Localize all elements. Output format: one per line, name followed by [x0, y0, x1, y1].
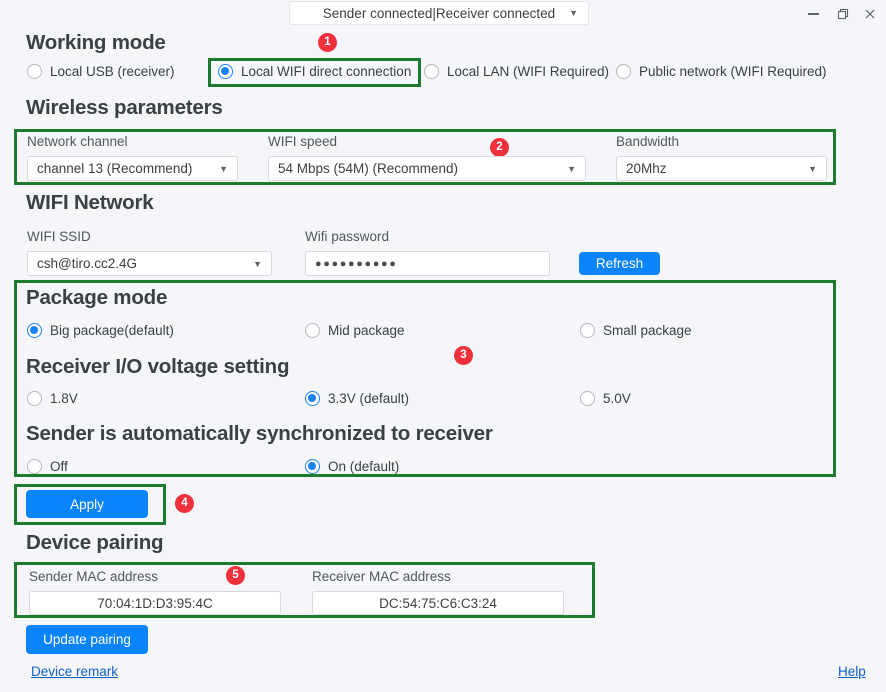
auto-sync-heading: Sender is automatically synchronized to … [26, 422, 493, 445]
network-channel-value: channel 13 (Recommend) [37, 161, 193, 176]
radio-big-package[interactable]: Big package(default) [27, 323, 174, 338]
wifi-ssid-select[interactable]: csh@tiro.cc2.4G ▼ [27, 251, 272, 276]
wireless-parameters-heading: Wireless parameters [26, 96, 223, 119]
title-bar: Sender connected|Receiver connected ▼ [0, 0, 886, 30]
wifi-password-value: ●●●●●●●●●● [315, 257, 398, 270]
step-badge-3: 3 [454, 346, 473, 365]
radio-small-package[interactable]: Small package [580, 323, 692, 338]
radio-indicator [27, 459, 42, 474]
radio-label: On (default) [328, 459, 400, 474]
wifi-password-label: Wifi password [305, 229, 390, 244]
bandwidth-label: Bandwidth [616, 134, 680, 149]
radio-label: 1.8V [50, 391, 78, 406]
radio-indicator [616, 64, 631, 79]
device-remark-link[interactable]: Device remark [31, 664, 118, 679]
update-pairing-button[interactable]: Update pairing [26, 625, 148, 654]
radio-label: Off [50, 459, 68, 474]
wifi-ssid-value: csh@tiro.cc2.4G [37, 256, 137, 271]
network-channel-label: Network channel [27, 134, 128, 149]
help-link[interactable]: Help [838, 664, 866, 679]
radio-indicator [218, 64, 233, 79]
chevron-down-icon: ▼ [253, 258, 262, 269]
app-window: Sender connected|Receiver connected ▼ Wo… [0, 0, 886, 692]
refresh-button[interactable]: Refresh [579, 252, 660, 275]
wifi-network-heading: WIFI Network [26, 191, 154, 214]
bandwidth-value: 20Mhz [626, 161, 667, 176]
radio-indicator [305, 323, 320, 338]
radio-label: Local USB (receiver) [50, 64, 175, 79]
package-mode-heading: Package mode [26, 286, 168, 309]
bandwidth-select[interactable]: 20Mhz ▼ [616, 156, 827, 181]
close-button[interactable] [857, 3, 883, 25]
chevron-down-icon: ▼ [808, 163, 817, 174]
radio-indicator [580, 323, 595, 338]
radio-label: Mid package [328, 323, 405, 338]
radio-indicator [305, 391, 320, 406]
radio-indicator [305, 459, 320, 474]
step-badge-1: 1 [318, 33, 337, 52]
connection-status-dropdown[interactable]: Sender connected|Receiver connected ▼ [289, 1, 589, 25]
radio-local-usb[interactable]: Local USB (receiver) [27, 64, 175, 79]
wifi-speed-select[interactable]: 54 Mbps (54M) (Recommend) ▼ [268, 156, 586, 181]
receiver-mac-value: DC:54:75:C6:C3:24 [312, 591, 564, 615]
chevron-down-icon: ▼ [569, 8, 578, 18]
radio-public-network[interactable]: Public network (WIFI Required) [616, 64, 827, 79]
minimize-icon [807, 13, 819, 15]
sender-mac-value: 70:04:1D:D3:95:4C [29, 591, 281, 615]
radio-label: Local LAN (WIFI Required) [447, 64, 610, 79]
restore-button[interactable] [830, 3, 856, 25]
step-badge-4: 4 [175, 494, 194, 513]
sender-mac-label: Sender MAC address [29, 569, 159, 584]
chevron-down-icon: ▼ [567, 163, 576, 174]
wifi-ssid-label: WIFI SSID [27, 229, 91, 244]
wifi-speed-label: WIFI speed [268, 134, 338, 149]
radio-label: Small package [603, 323, 692, 338]
voltage-setting-heading: Receiver I/O voltage setting [26, 355, 290, 378]
chevron-down-icon: ▼ [219, 163, 228, 174]
wifi-speed-value: 54 Mbps (54M) (Recommend) [278, 161, 459, 176]
radio-indicator [27, 391, 42, 406]
radio-mid-package[interactable]: Mid package [305, 323, 405, 338]
radio-local-wifi-direct[interactable]: Local WIFI direct connection [218, 64, 411, 79]
radio-indicator [424, 64, 439, 79]
radio-label: Local WIFI direct connection [241, 64, 412, 79]
network-channel-select[interactable]: channel 13 (Recommend) ▼ [27, 156, 238, 181]
radio-indicator [580, 391, 595, 406]
close-icon [865, 9, 875, 19]
minimize-button[interactable] [800, 3, 826, 25]
wifi-password-input[interactable]: ●●●●●●●●●● [305, 251, 550, 276]
radio-label: Public network (WIFI Required) [639, 64, 827, 79]
step-badge-2: 2 [490, 138, 509, 157]
radio-sync-on[interactable]: On (default) [305, 459, 399, 474]
device-pairing-heading: Device pairing [26, 531, 164, 554]
radio-voltage-3v3[interactable]: 3.3V (default) [305, 391, 409, 406]
radio-label: Big package(default) [50, 323, 174, 338]
radio-label: 3.3V (default) [328, 391, 410, 406]
apply-button[interactable]: Apply [26, 490, 148, 518]
receiver-mac-label: Receiver MAC address [312, 569, 451, 584]
radio-local-lan[interactable]: Local LAN (WIFI Required) [424, 64, 609, 79]
radio-indicator [27, 323, 42, 338]
radio-indicator [27, 64, 42, 79]
restore-icon [837, 8, 849, 20]
step-badge-5: 5 [226, 566, 245, 585]
connection-status-text: Sender connected|Receiver connected [322, 5, 556, 21]
working-mode-heading: Working mode [26, 31, 166, 54]
radio-sync-off[interactable]: Off [27, 459, 68, 474]
radio-label: 5.0V [603, 391, 631, 406]
radio-voltage-1v8[interactable]: 1.8V [27, 391, 78, 406]
radio-voltage-5v0[interactable]: 5.0V [580, 391, 631, 406]
